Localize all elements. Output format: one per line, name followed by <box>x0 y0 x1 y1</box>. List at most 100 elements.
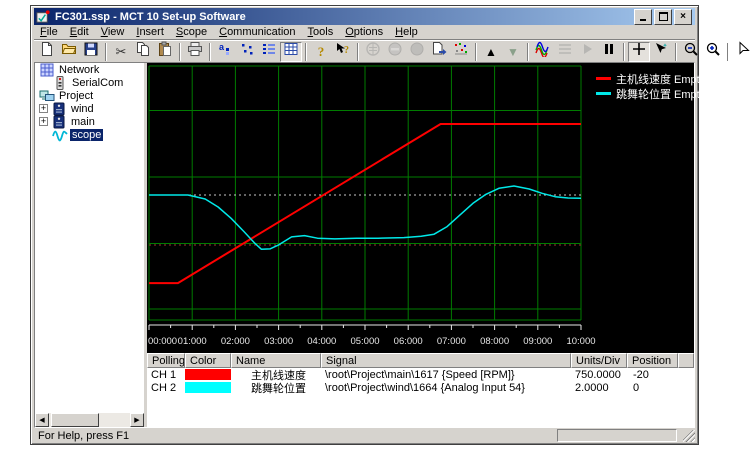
channel-color-swatch <box>185 369 231 380</box>
scissors-icon: ✂ <box>116 43 127 61</box>
scope-chart[interactable]: 00:00001:00002:00003:00004:00005:00006:0… <box>147 63 694 353</box>
param-list-icon <box>261 41 277 62</box>
printer-icon <box>187 41 203 62</box>
menu-insert[interactable]: Insert <box>130 25 170 39</box>
column-header-blank[interactable] <box>678 353 694 368</box>
column-header-position[interactable]: Position <box>627 353 678 368</box>
track-cursor-button[interactable] <box>650 42 672 62</box>
crosshair-cursor-button[interactable] <box>628 42 650 62</box>
channel-table-body: CH 1主机线速度\root\Project\main\1617 {Speed … <box>147 368 694 394</box>
pointer-mode-button[interactable] <box>732 42 751 62</box>
scope-wave-icon <box>52 128 68 142</box>
close-button[interactable]: × <box>674 9 692 25</box>
scope-channels-button[interactable] <box>532 42 554 62</box>
param-a-icon: a <box>217 41 233 62</box>
cell <box>185 369 231 380</box>
legend-color-dash <box>596 77 611 80</box>
wave-icon <box>535 41 551 62</box>
play-icon <box>579 41 595 62</box>
cell: CH 1 <box>147 369 185 381</box>
title-bar[interactable]: FC301.ssp - MCT 10 Set-up Software × <box>34 8 695 25</box>
menu-communication[interactable]: Communication <box>213 25 301 39</box>
menu-tools[interactable]: Tools <box>302 25 340 39</box>
cell: 2.0000 <box>571 382 627 394</box>
open-file-button[interactable] <box>58 42 80 62</box>
new-file-button[interactable] <box>36 42 58 62</box>
insert-parameter-button[interactable]: a <box>214 42 236 62</box>
start-scope-button[interactable] <box>576 42 598 62</box>
toolbar-separator <box>675 43 677 61</box>
cut-button[interactable]: ✂ <box>110 42 132 62</box>
save-file-button[interactable] <box>80 42 102 62</box>
toolbar: ✂ a?? ▲ ▼ <box>34 39 695 63</box>
column-header-color[interactable]: Color <box>185 353 231 368</box>
channel-lines-button[interactable] <box>554 42 576 62</box>
expand-plus-icon[interactable]: + <box>39 104 48 113</box>
parameter-list-button[interactable] <box>258 42 280 62</box>
tree-item-label: scope <box>70 129 103 141</box>
minimize-button[interactable] <box>634 9 652 25</box>
menu-scope[interactable]: Scope <box>170 25 213 39</box>
toolbar-separator <box>727 43 729 61</box>
write-to-drive-button[interactable] <box>428 42 450 62</box>
read-from-drive-button[interactable] <box>362 42 384 62</box>
context-help-button[interactable]: ? <box>332 42 354 62</box>
print-button[interactable] <box>184 42 206 62</box>
tree-horizontal-scrollbar[interactable]: ◀ ▶ <box>35 413 144 427</box>
column-header-signal[interactable]: Signal <box>321 353 571 368</box>
scroll-right-button[interactable]: ▶ <box>130 413 144 427</box>
scroll-thumb[interactable] <box>51 413 99 427</box>
channel-row[interactable]: CH 2跳舞轮位置\root\Project\wind\1664 {Analog… <box>147 381 694 394</box>
column-header-units-div[interactable]: Units/Div <box>571 353 627 368</box>
svg-text:03:000: 03:000 <box>264 336 293 347</box>
toolbar-separator <box>623 43 625 61</box>
stop-circle-icon <box>387 41 403 62</box>
zoom-out-button[interactable] <box>680 42 702 62</box>
paste-button[interactable] <box>154 42 176 62</box>
window-controls: × <box>634 9 692 25</box>
menu-options[interactable]: Options <box>339 25 389 39</box>
menu-edit[interactable]: Edit <box>64 25 95 39</box>
channel-row[interactable]: CH 1主机线速度\root\Project\main\1617 {Speed … <box>147 368 694 381</box>
legend-color-dash <box>596 92 611 95</box>
menu-file[interactable]: File <box>34 25 64 39</box>
poll-button[interactable] <box>406 42 428 62</box>
page-arrow-icon <box>431 41 447 62</box>
pause-scope-button[interactable] <box>598 42 620 62</box>
crosshair-icon <box>631 41 647 62</box>
svg-text:07:000: 07:000 <box>437 336 466 347</box>
toolbar-separator <box>209 43 211 61</box>
tree-item-scope[interactable]: scope <box>35 128 144 141</box>
move-up-button[interactable]: ▲ <box>480 42 502 62</box>
svg-text:01:000: 01:000 <box>178 336 207 347</box>
copy-button[interactable] <box>132 42 154 62</box>
copy-icon <box>135 41 151 62</box>
help-button[interactable]: ? <box>310 42 332 62</box>
stop-communication-button[interactable] <box>384 42 406 62</box>
svg-text:02:000: 02:000 <box>221 336 250 347</box>
svg-text:04:000: 04:000 <box>307 336 336 347</box>
arrow-up-icon: ▲ <box>485 43 497 61</box>
cell: 0 <box>627 382 678 394</box>
scroll-left-button[interactable]: ◀ <box>35 413 49 427</box>
scroll-track[interactable] <box>49 413 130 427</box>
maximize-button[interactable] <box>654 9 672 25</box>
app-window: FC301.ssp - MCT 10 Set-up Software × Fil… <box>30 5 699 445</box>
scatter-sync-button[interactable] <box>450 42 472 62</box>
menu-view[interactable]: View <box>95 25 131 39</box>
scope-plot[interactable]: 00:00001:00002:00003:00004:00005:00006:0… <box>147 63 694 353</box>
expand-plus-icon[interactable]: + <box>39 117 48 126</box>
menu-help[interactable]: Help <box>389 25 424 39</box>
column-header-polling[interactable]: Polling <box>147 353 185 368</box>
zoom-in-button[interactable] <box>702 42 724 62</box>
track-icon <box>653 41 669 62</box>
move-down-button[interactable]: ▼ <box>502 42 524 62</box>
cell: 跳舞轮位置 <box>231 380 321 396</box>
parameter-grid-button[interactable] <box>280 42 302 62</box>
legend-entry: 跳舞轮位置 Empty <box>596 86 705 101</box>
resize-grip[interactable] <box>683 430 695 442</box>
tree-item-label: SerialCom <box>70 77 125 89</box>
cell <box>185 382 231 393</box>
toolbar-separator <box>105 43 107 61</box>
parameter-points-button[interactable] <box>236 42 258 62</box>
